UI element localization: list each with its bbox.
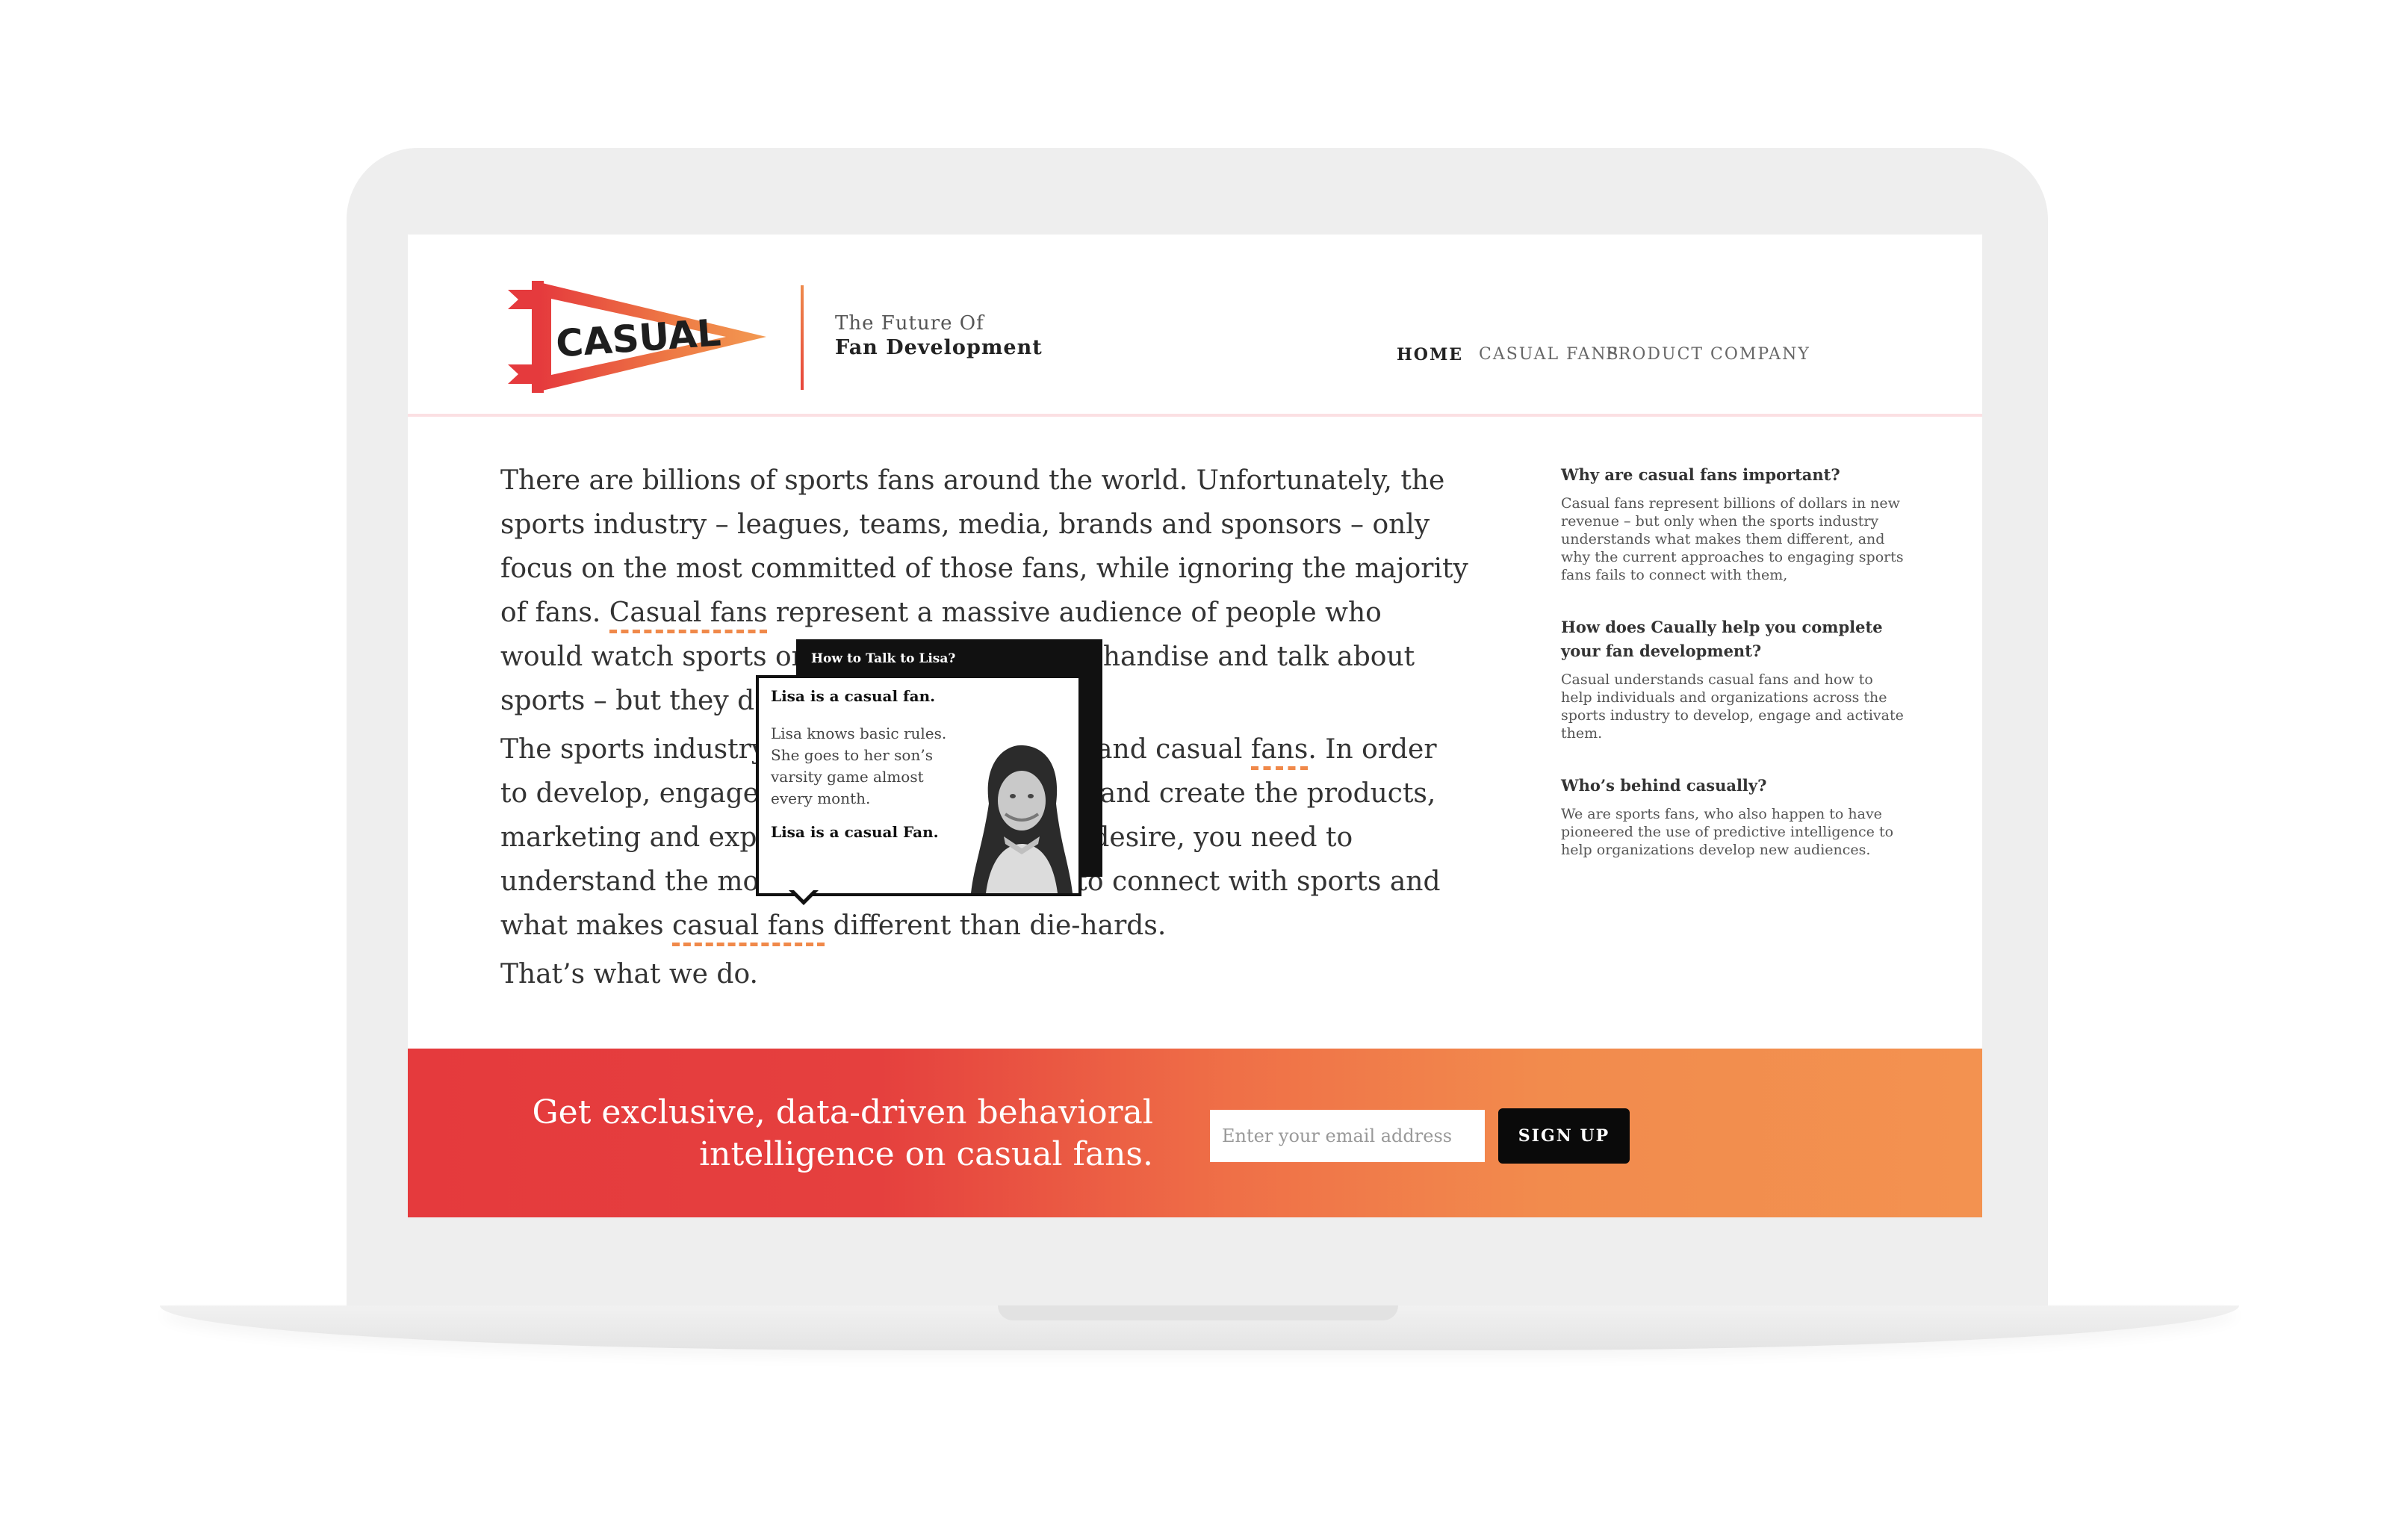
intro-paragraph-3: That’s what we do. [500, 959, 758, 990]
header-divider [801, 285, 804, 390]
faq-answer: Casual understands casual fans and how t… [1561, 671, 1904, 742]
tooltip-pointer-fill [792, 889, 815, 900]
nav-item-product[interactable]: PRODUCT [1606, 345, 1704, 364]
lisa-portrait-image [960, 732, 1078, 893]
faq-answer: We are sports fans, who also happen to h… [1561, 806, 1894, 858]
faq-sidebar: Why are casual fans important? Casual fa… [1561, 463, 1905, 890]
faq-question: How does Caually help you complete your … [1561, 618, 1883, 660]
nav-item-casual-fans[interactable]: CASUAL FANS [1479, 345, 1620, 364]
cta-headline: Get exclusive, data-driven behavioral in… [481, 1092, 1154, 1176]
laptop-notch [998, 1305, 1398, 1320]
fans-link[interactable]: fans [1250, 734, 1309, 770]
cta-line-1: Get exclusive, data-driven behavioral [532, 1093, 1154, 1131]
tooltip-title: How to Talk to Lisa? [811, 651, 956, 666]
tooltip-body: Lisa knows basic rules. She goes to her … [771, 724, 947, 807]
email-field[interactable] [1210, 1110, 1485, 1162]
casual-fans-link-2[interactable]: casual fans [672, 910, 825, 946]
faq-item: Why are casual fans important? Casual fa… [1561, 463, 1905, 584]
laptop-screen: CASUAL The Future Of Fan Development HOM… [408, 235, 1982, 1217]
faq-item: Who’s behind casually? We are sports fan… [1561, 774, 1905, 859]
nav-item-home[interactable]: HOME [1397, 345, 1463, 364]
casual-fans-link[interactable]: Casual fans [609, 597, 768, 633]
site-header: CASUAL The Future Of Fan Development HOM… [408, 235, 1982, 417]
tooltip-heading: Lisa is a casual fan. [771, 687, 936, 705]
persona-tooltip[interactable]: Lisa is a casual fan. Lisa knows basic r… [756, 675, 1081, 896]
casual-pennant-logo[interactable]: CASUAL [505, 275, 768, 399]
tagline-top: The Future Of [835, 312, 984, 335]
faq-question: Who’s behind casually? [1561, 776, 1767, 795]
newsletter-cta: Get exclusive, data-driven behavioral in… [408, 1049, 1982, 1217]
cta-line-2: intelligence on casual fans. [699, 1135, 1153, 1173]
intro-text: different than die-hards. [825, 910, 1167, 941]
faq-item: How does Caually help you complete your … [1561, 615, 1905, 742]
sign-up-button[interactable]: SIGN UP [1498, 1108, 1630, 1164]
faq-question: Why are casual fans important? [1561, 465, 1840, 484]
faq-answer: Casual fans represent billions of dollar… [1561, 495, 1904, 583]
nav-item-company[interactable]: COMPANY [1710, 345, 1810, 364]
tooltip-footer: Lisa is a casual Fan. [771, 823, 939, 841]
tagline-bottom: Fan Development [835, 336, 1043, 359]
